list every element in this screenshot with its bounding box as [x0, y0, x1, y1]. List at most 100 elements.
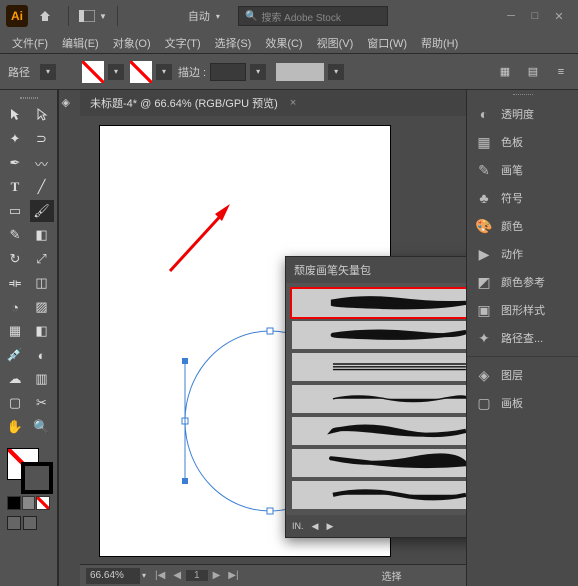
- menu-编辑(E)[interactable]: 编辑(E): [56, 33, 105, 53]
- direct-selection-tool[interactable]: [30, 104, 54, 126]
- brush-item-4[interactable]: [292, 417, 466, 445]
- lasso-tool[interactable]: ⊃: [30, 128, 54, 150]
- panel-颜色参考[interactable]: ◩颜色参考: [467, 268, 578, 296]
- brush-item-1[interactable]: [292, 321, 466, 349]
- rectangle-tool[interactable]: ▭: [3, 200, 27, 222]
- width-tool[interactable]: ⟚: [3, 272, 27, 294]
- line-tool[interactable]: ╱: [30, 176, 54, 198]
- color-mode[interactable]: [7, 496, 21, 510]
- close-tab-icon[interactable]: ×: [290, 97, 296, 109]
- zoom-input[interactable]: 66.64%: [86, 568, 140, 584]
- brush-item-2[interactable]: [292, 353, 466, 381]
- zoom-tool[interactable]: 🔍: [30, 416, 54, 438]
- menu-选择(S)[interactable]: 选择(S): [209, 33, 258, 53]
- menu-视图(V)[interactable]: 视图(V): [311, 33, 360, 53]
- status-selection: 选择: [382, 568, 402, 583]
- menu-帮助(H)[interactable]: 帮助(H): [415, 33, 464, 53]
- menu-文件(F)[interactable]: 文件(F): [6, 33, 54, 53]
- selection-tool[interactable]: [3, 104, 27, 126]
- panel-图层[interactable]: ◈图层: [467, 361, 578, 389]
- last-artboard-icon[interactable]: ▶|: [225, 570, 241, 581]
- artboard-tool[interactable]: ▢: [3, 392, 27, 414]
- panel-色板[interactable]: ▦色板: [467, 128, 578, 156]
- panel-画板[interactable]: ▢画板: [467, 389, 578, 417]
- gradient-tool[interactable]: ◧: [30, 320, 54, 342]
- auto-dropdown[interactable]: 自动▾: [182, 4, 226, 28]
- screen-mode-2[interactable]: [23, 516, 37, 530]
- menu-效果(C)[interactable]: 效果(C): [259, 33, 308, 53]
- hand-tool[interactable]: ✋: [3, 416, 27, 438]
- perspective-tool[interactable]: ▨: [30, 296, 54, 318]
- pen-tool[interactable]: ✒: [3, 152, 27, 174]
- magic-wand-tool[interactable]: ✦: [3, 128, 27, 150]
- first-artboard-icon[interactable]: |◀: [152, 570, 168, 581]
- annotation-arrow: [160, 196, 240, 276]
- menu-文字(T)[interactable]: 文字(T): [159, 33, 207, 53]
- stroke-weight-input[interactable]: [210, 63, 246, 81]
- screen-mode-1[interactable]: [7, 516, 21, 530]
- collapsed-panel-icon[interactable]: ◈: [62, 96, 78, 112]
- panel-符号[interactable]: ♣符号: [467, 184, 578, 212]
- none-mode[interactable]: [36, 496, 50, 510]
- search-input[interactable]: 🔍搜索 Adobe Stock: [238, 6, 388, 26]
- panel-画笔[interactable]: ✎画笔: [467, 156, 578, 184]
- rotate-tool[interactable]: ↻: [3, 248, 27, 270]
- panel-icon: ◐: [475, 105, 493, 123]
- panel-路径查...[interactable]: ✦路径查...: [467, 324, 578, 352]
- shape-builder-tool[interactable]: ◔: [3, 296, 27, 318]
- stroke-swatch[interactable]: [130, 61, 152, 83]
- maximize-button[interactable]: □: [528, 9, 542, 23]
- paintbrush-tool[interactable]: 🖌: [30, 200, 54, 222]
- gradient-mode[interactable]: [22, 496, 36, 510]
- graph-tool[interactable]: ▥: [30, 368, 54, 390]
- shaper-tool[interactable]: ✎: [3, 224, 27, 246]
- stroke-weight-dropdown[interactable]: ▾: [250, 64, 266, 80]
- brush-item-5[interactable]: [292, 449, 466, 477]
- brush-item-3[interactable]: [292, 385, 466, 413]
- panel-icon: ▦: [475, 133, 493, 151]
- eraser-tool[interactable]: ◧: [30, 224, 54, 246]
- blend-tool[interactable]: ◐: [30, 344, 54, 366]
- close-button[interactable]: ✕: [552, 9, 566, 23]
- panel-颜色[interactable]: 🎨颜色: [467, 212, 578, 240]
- menu-窗口(W)[interactable]: 窗口(W): [361, 33, 413, 53]
- curvature-tool[interactable]: 〰: [30, 152, 54, 174]
- panel-透明度[interactable]: ◐透明度: [467, 100, 578, 128]
- document-tab[interactable]: 未标题-4* @ 66.64% (RGB/GPU 预览): [90, 95, 278, 111]
- path-dropdown[interactable]: ▾: [40, 64, 56, 80]
- brush-preview[interactable]: [276, 63, 324, 81]
- brush-item-6[interactable]: [292, 481, 466, 509]
- stroke-dropdown[interactable]: ▾: [156, 64, 172, 80]
- panel-icon: ✎: [475, 161, 493, 179]
- fill-swatch[interactable]: [82, 61, 104, 83]
- free-transform-tool[interactable]: ◫: [30, 272, 54, 294]
- panel-动作[interactable]: ▶动作: [467, 240, 578, 268]
- stroke-color[interactable]: [21, 462, 53, 494]
- panel-icon: ◈: [475, 366, 493, 384]
- home-icon[interactable]: [34, 5, 56, 27]
- prev-artboard-icon[interactable]: ◀: [170, 570, 184, 581]
- layout-icon[interactable]: ▼: [73, 6, 113, 26]
- panel-icon: ▢: [475, 394, 493, 412]
- next-artboard-icon[interactable]: ▶: [210, 570, 224, 581]
- panel-图形样式[interactable]: ▣图形样式: [467, 296, 578, 324]
- ctrl-icon-1[interactable]: ▦: [496, 63, 514, 81]
- minimize-button[interactable]: ─: [504, 9, 518, 23]
- panel-next-icon[interactable]: ▶: [326, 521, 333, 532]
- menu-对象(O)[interactable]: 对象(O): [107, 33, 157, 53]
- symbol-sprayer-tool[interactable]: ☁: [3, 368, 27, 390]
- fill-dropdown[interactable]: ▾: [108, 64, 124, 80]
- ctrl-icon-2[interactable]: ▤: [524, 63, 542, 81]
- slice-tool[interactable]: ✂: [30, 392, 54, 414]
- mesh-tool[interactable]: ▦: [3, 320, 27, 342]
- brush-dropdown[interactable]: ▾: [328, 64, 344, 80]
- type-tool[interactable]: T: [3, 176, 27, 198]
- panel-prev-icon[interactable]: ◀: [312, 521, 319, 532]
- eyedropper-tool[interactable]: 💉: [3, 344, 27, 366]
- panel-icon: ♣: [475, 189, 493, 207]
- panel-icon: 🎨: [475, 217, 493, 235]
- artboard-number[interactable]: 1: [186, 570, 208, 581]
- brush-item-0[interactable]: [292, 289, 466, 317]
- ctrl-icon-3[interactable]: ≡: [552, 63, 570, 81]
- scale-tool[interactable]: ⤢: [30, 248, 54, 270]
